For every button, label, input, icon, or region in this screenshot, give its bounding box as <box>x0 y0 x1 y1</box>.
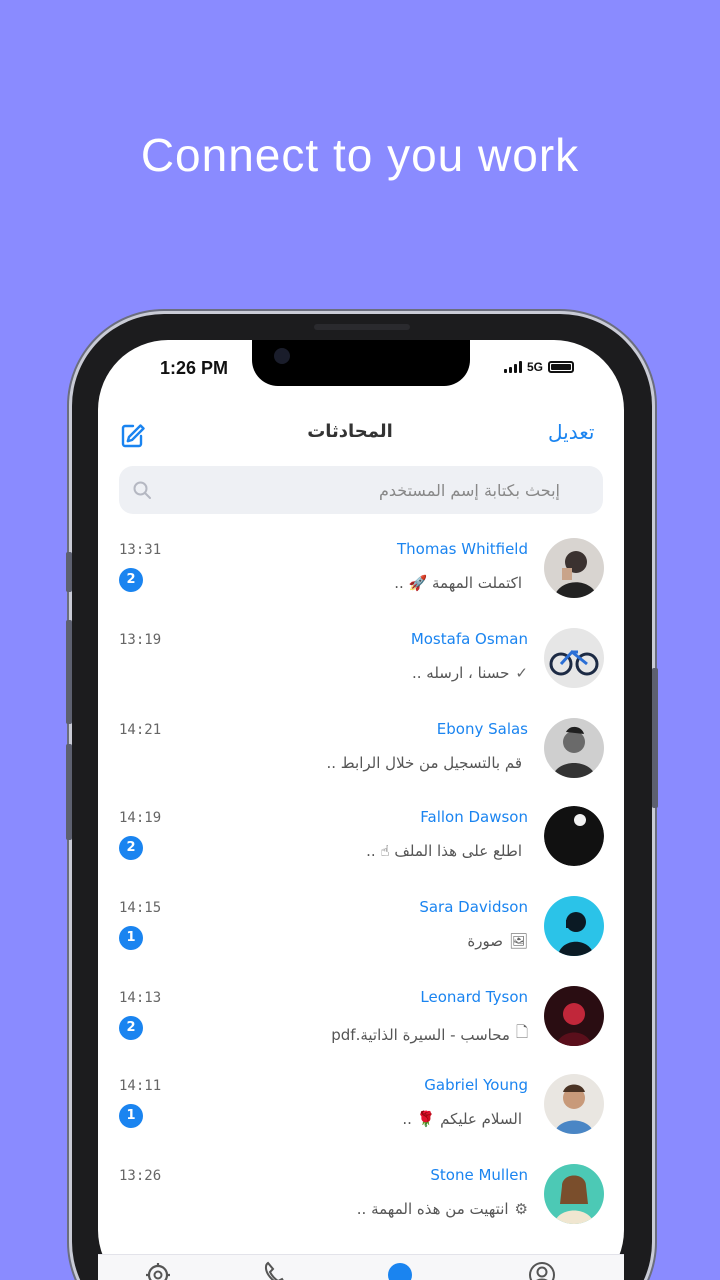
profile-icon[interactable] <box>526 1259 558 1280</box>
chat-time: 13:31 <box>119 542 162 558</box>
avatar <box>544 1164 604 1224</box>
preview-text: حسنا ، ارسله .. <box>412 664 510 682</box>
unread-badge: 2 <box>119 836 143 860</box>
preview-text: صورة <box>467 932 503 950</box>
chat-name: Stone Mullen <box>430 1166 528 1184</box>
calls-icon[interactable] <box>260 1259 292 1280</box>
unread-badge: 2 <box>119 1016 143 1040</box>
mute-switch <box>66 552 72 592</box>
chat-item[interactable]: Thomas Whitfield اكتملت المهمة 🚀 .. 13:3… <box>98 530 624 618</box>
chat-time: 14:11 <box>119 1078 162 1094</box>
unread-badge: 2 <box>119 568 143 592</box>
file-icon: 🗋 <box>515 1023 528 1041</box>
chats-icon[interactable] <box>384 1259 416 1280</box>
preview-text: اطلع على هذا الملف ☝ .. <box>366 842 522 860</box>
settings-icon[interactable] <box>142 1259 174 1280</box>
signal-icon <box>504 361 522 373</box>
unread-badge: 1 <box>119 1104 143 1128</box>
headline: Connect to you work <box>140 129 580 181</box>
chat-item[interactable]: Ebony Salas قم بالتسجيل من خلال الرابط .… <box>98 710 624 798</box>
power-button <box>652 668 658 808</box>
search-input[interactable] <box>160 466 560 514</box>
speaker-grille <box>314 324 410 330</box>
edit-button[interactable]: تعديل <box>548 420 594 444</box>
unread-badge: 1 <box>119 926 143 950</box>
chat-preview: السلام عليكم 🌹 .. <box>402 1110 528 1128</box>
preview-text: السلام عليكم 🌹 .. <box>402 1110 522 1128</box>
chat-time: 13:19 <box>119 632 162 648</box>
chat-preview: اطلع على هذا الملف ☝ .. <box>366 842 528 860</box>
chat-preview: ⚙ انتهيت من هذه المهمة .. <box>357 1200 528 1218</box>
chat-name: Gabriel Young <box>424 1076 528 1094</box>
status-indicators: 5G <box>504 360 575 374</box>
check-icon: ✓ <box>515 664 528 682</box>
chat-item[interactable]: Leonard Tyson 🗋 محاسب - السيرة الذاتية.p… <box>98 978 624 1066</box>
volume-down-button <box>66 744 72 840</box>
chat-name: Fallon Dawson <box>420 808 528 826</box>
chat-name: Ebony Salas <box>436 720 528 738</box>
network-label: 5G <box>527 360 544 374</box>
chat-time: 14:13 <box>119 990 162 1006</box>
chat-preview: اكتملت المهمة 🚀 .. <box>394 574 528 592</box>
preview-text: انتهيت من هذه المهمة .. <box>356 1200 509 1218</box>
front-camera <box>274 348 290 364</box>
chat-preview: 🗋 محاسب - السيرة الذاتية.pdf <box>331 1022 528 1047</box>
chat-item[interactable]: Fallon Dawson اطلع على هذا الملف ☝ .. 14… <box>98 798 624 886</box>
chat-preview: قم بالتسجيل من خلال الرابط .. <box>327 754 529 772</box>
page-title: المحادثات <box>307 421 393 442</box>
chat-item[interactable]: Mostafa Osman ✓ حسنا ، ارسله .. 13:19 <box>98 620 624 708</box>
avatar <box>544 896 604 956</box>
search-icon <box>132 480 152 500</box>
battery-icon <box>548 361 575 373</box>
chat-name: Mostafa Osman <box>410 630 528 648</box>
preview-text: محاسب - السيرة الذاتية.pdf <box>331 1025 510 1044</box>
chat-time: 14:21 <box>119 722 162 738</box>
volume-up-button <box>66 620 72 724</box>
avatar <box>544 986 604 1046</box>
status-time: 1:26 PM <box>160 358 229 378</box>
chat-time: 13:26 <box>119 1168 162 1184</box>
avatar <box>544 1074 604 1134</box>
chat-name: Thomas Whitfield <box>397 540 528 558</box>
chat-time: 14:15 <box>119 900 162 916</box>
gear-icon: ⚙ <box>514 1200 528 1218</box>
chat-preview: ✓ حسنا ، ارسله .. <box>412 664 528 682</box>
avatar <box>544 718 604 778</box>
avatar <box>544 538 604 598</box>
chat-name: Leonard Tyson <box>420 988 528 1006</box>
compose-icon[interactable] <box>118 421 148 451</box>
chat-preview: 🖼 صورة <box>467 932 528 950</box>
chat-item[interactable]: Sara Davidson 🖼 صورة 14:15 1 <box>98 888 624 976</box>
image-icon: 🖼 <box>508 932 528 950</box>
chat-item[interactable]: Gabriel Young السلام عليكم 🌹 .. 14:11 1 <box>98 1066 624 1154</box>
chat-item[interactable]: Stone Mullen ⚙ انتهيت من هذه المهمة .. 1… <box>98 1156 624 1244</box>
preview-text: قم بالتسجيل من خلال الرابط .. <box>326 754 523 772</box>
avatar <box>544 628 604 688</box>
preview-text: اكتملت المهمة 🚀 .. <box>394 574 522 592</box>
avatar <box>544 806 604 866</box>
tab-bar <box>98 1254 624 1280</box>
chat-time: 14:19 <box>119 810 162 826</box>
chat-name: Sara Davidson <box>419 898 528 916</box>
